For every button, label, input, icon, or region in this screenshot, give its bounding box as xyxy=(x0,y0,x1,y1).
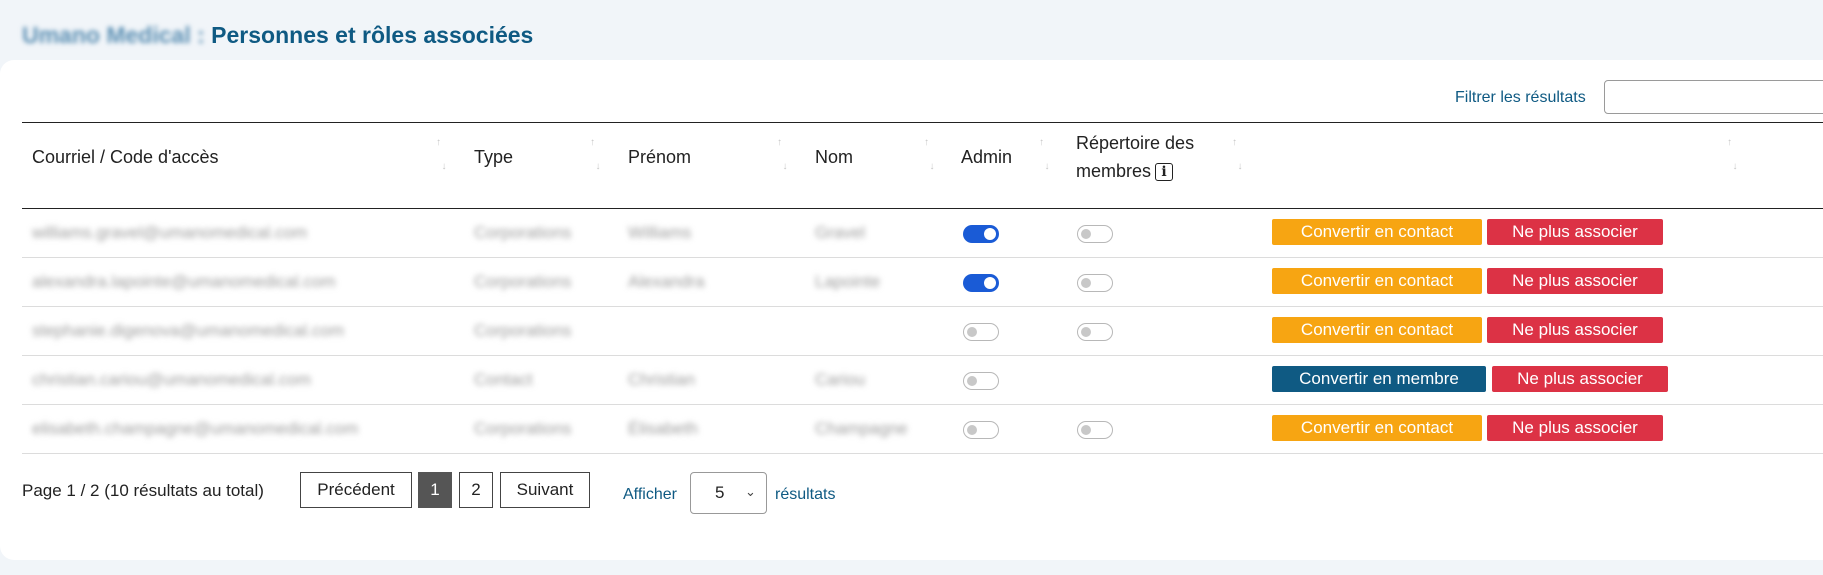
sort-arrows-actions[interactable]: ↑ ↓ xyxy=(1727,137,1738,173)
page-button-1[interactable]: 1 xyxy=(418,472,452,508)
page-size-select[interactable]: 5 ⌄ xyxy=(690,472,767,514)
email-cell: stephanie.digenova@umanomedical.com xyxy=(32,321,345,340)
type-cell: Corporations xyxy=(474,223,572,242)
type-cell: Corporations xyxy=(474,419,572,438)
last-name-cell: Champagne xyxy=(815,419,908,438)
convert-to-member-button[interactable]: Convertir en membre xyxy=(1272,366,1486,392)
last-name-cell: Cariou xyxy=(815,370,866,389)
table-row: christian.cariou@umanomedical.com Contac… xyxy=(22,356,1823,405)
organization-name: Umano Medical xyxy=(22,22,191,48)
table-row: alexandra.lapointe@umanomedical.com Corp… xyxy=(22,258,1823,307)
column-header-type[interactable]: Type xyxy=(474,143,513,171)
directory-toggle[interactable] xyxy=(1077,421,1113,439)
type-cell: Corporations xyxy=(474,272,572,291)
type-cell: Corporations xyxy=(474,321,572,340)
column-header-email-label: Courriel / Code d'accès xyxy=(32,147,219,167)
admin-toggle[interactable] xyxy=(963,274,999,292)
column-header-directory-line1: Répertoire des xyxy=(1076,133,1195,153)
type-cell: Contact xyxy=(474,370,533,389)
sort-arrows-email[interactable]: ↑ ↓ xyxy=(436,137,447,173)
directory-toggle[interactable] xyxy=(1077,225,1113,243)
previous-page-button[interactable]: Précédent xyxy=(300,472,412,508)
remove-association-button[interactable]: Ne plus associer xyxy=(1487,268,1663,294)
pagination-info: Page 1 / 2 (10 résultats au total) xyxy=(22,481,264,500)
filter-input[interactable] xyxy=(1604,80,1823,114)
sort-arrows-type[interactable]: ↑ ↓ xyxy=(590,137,601,173)
column-header-first-name[interactable]: Prénom xyxy=(628,143,691,171)
column-header-last-name-label: Nom xyxy=(815,147,854,167)
email-cell: christian.cariou@umanomedical.com xyxy=(32,370,311,389)
column-header-email[interactable]: Courriel / Code d'accès xyxy=(32,143,219,171)
convert-to-contact-button[interactable]: Convertir en contact xyxy=(1272,415,1482,441)
column-header-last-name[interactable]: Nom xyxy=(815,143,853,171)
convert-to-contact-button[interactable]: Convertir en contact xyxy=(1272,317,1482,343)
page-title-text: Personnes et rôles associées xyxy=(211,22,534,48)
filter-label: Filtrer les résultats xyxy=(1455,89,1586,106)
column-header-directory-line2: membres xyxy=(1076,161,1152,181)
admin-toggle[interactable] xyxy=(963,372,999,390)
email-cell: williams.gravel@umanomedical.com xyxy=(32,223,308,242)
first-name-cell: Christian xyxy=(628,370,696,389)
chevron-down-icon: ⌄ xyxy=(745,484,756,499)
last-name-cell: Gravel xyxy=(815,223,866,242)
page-size-value: 5 xyxy=(715,483,725,502)
sort-arrows-first-name[interactable]: ↑ ↓ xyxy=(777,137,788,173)
page-button-2[interactable]: 2 xyxy=(459,472,493,508)
admin-toggle[interactable] xyxy=(963,421,999,439)
last-name-cell: Lapointe xyxy=(815,272,881,291)
sort-arrows-directory[interactable]: ↑ ↓ xyxy=(1232,137,1243,173)
convert-to-contact-button[interactable]: Convertir en contact xyxy=(1272,268,1482,294)
sort-arrows-last-name[interactable]: ↑ ↓ xyxy=(924,137,935,173)
table-top-border xyxy=(22,122,1823,123)
column-header-admin-label: Admin xyxy=(961,147,1013,167)
convert-to-contact-button[interactable]: Convertir en contact xyxy=(1272,219,1482,245)
show-label: Afficher xyxy=(623,486,677,503)
directory-toggle[interactable] xyxy=(1077,323,1113,341)
table-row: stephanie.digenova@umanomedical.com Corp… xyxy=(22,307,1823,356)
title-separator: : xyxy=(190,22,212,48)
remove-association-button[interactable]: Ne plus associer xyxy=(1487,219,1663,245)
email-cell: elisabeth.champagne@umanomedical.com xyxy=(32,419,359,438)
info-icon[interactable]: i xyxy=(1155,163,1174,182)
table-row: elisabeth.champagne@umanomedical.com Cor… xyxy=(22,405,1823,454)
remove-association-button[interactable]: Ne plus associer xyxy=(1492,366,1668,392)
column-header-first-name-label: Prénom xyxy=(628,147,692,167)
next-page-button[interactable]: Suivant xyxy=(500,472,590,508)
column-header-type-label: Type xyxy=(474,147,514,167)
table-row: williams.gravel@umanomedical.com Corpora… xyxy=(22,209,1823,258)
email-cell: alexandra.lapointe@umanomedical.com xyxy=(32,272,336,291)
admin-toggle[interactable] xyxy=(963,323,999,341)
column-header-directory[interactable]: Répertoire des membres i xyxy=(1076,129,1194,185)
remove-association-button[interactable]: Ne plus associer xyxy=(1487,317,1663,343)
results-label: résultats xyxy=(775,486,836,503)
remove-association-button[interactable]: Ne plus associer xyxy=(1487,415,1663,441)
first-name-cell: Alexandra xyxy=(628,272,705,291)
column-header-admin[interactable]: Admin xyxy=(961,143,1012,171)
sort-arrows-admin[interactable]: ↑ ↓ xyxy=(1039,137,1050,173)
first-name-cell: Élisabeth xyxy=(628,419,698,438)
directory-toggle[interactable] xyxy=(1077,274,1113,292)
admin-toggle[interactable] xyxy=(963,225,999,243)
first-name-cell: Williams xyxy=(628,223,692,242)
page-title: Umano Medical : Personnes et rôles assoc… xyxy=(22,22,533,49)
